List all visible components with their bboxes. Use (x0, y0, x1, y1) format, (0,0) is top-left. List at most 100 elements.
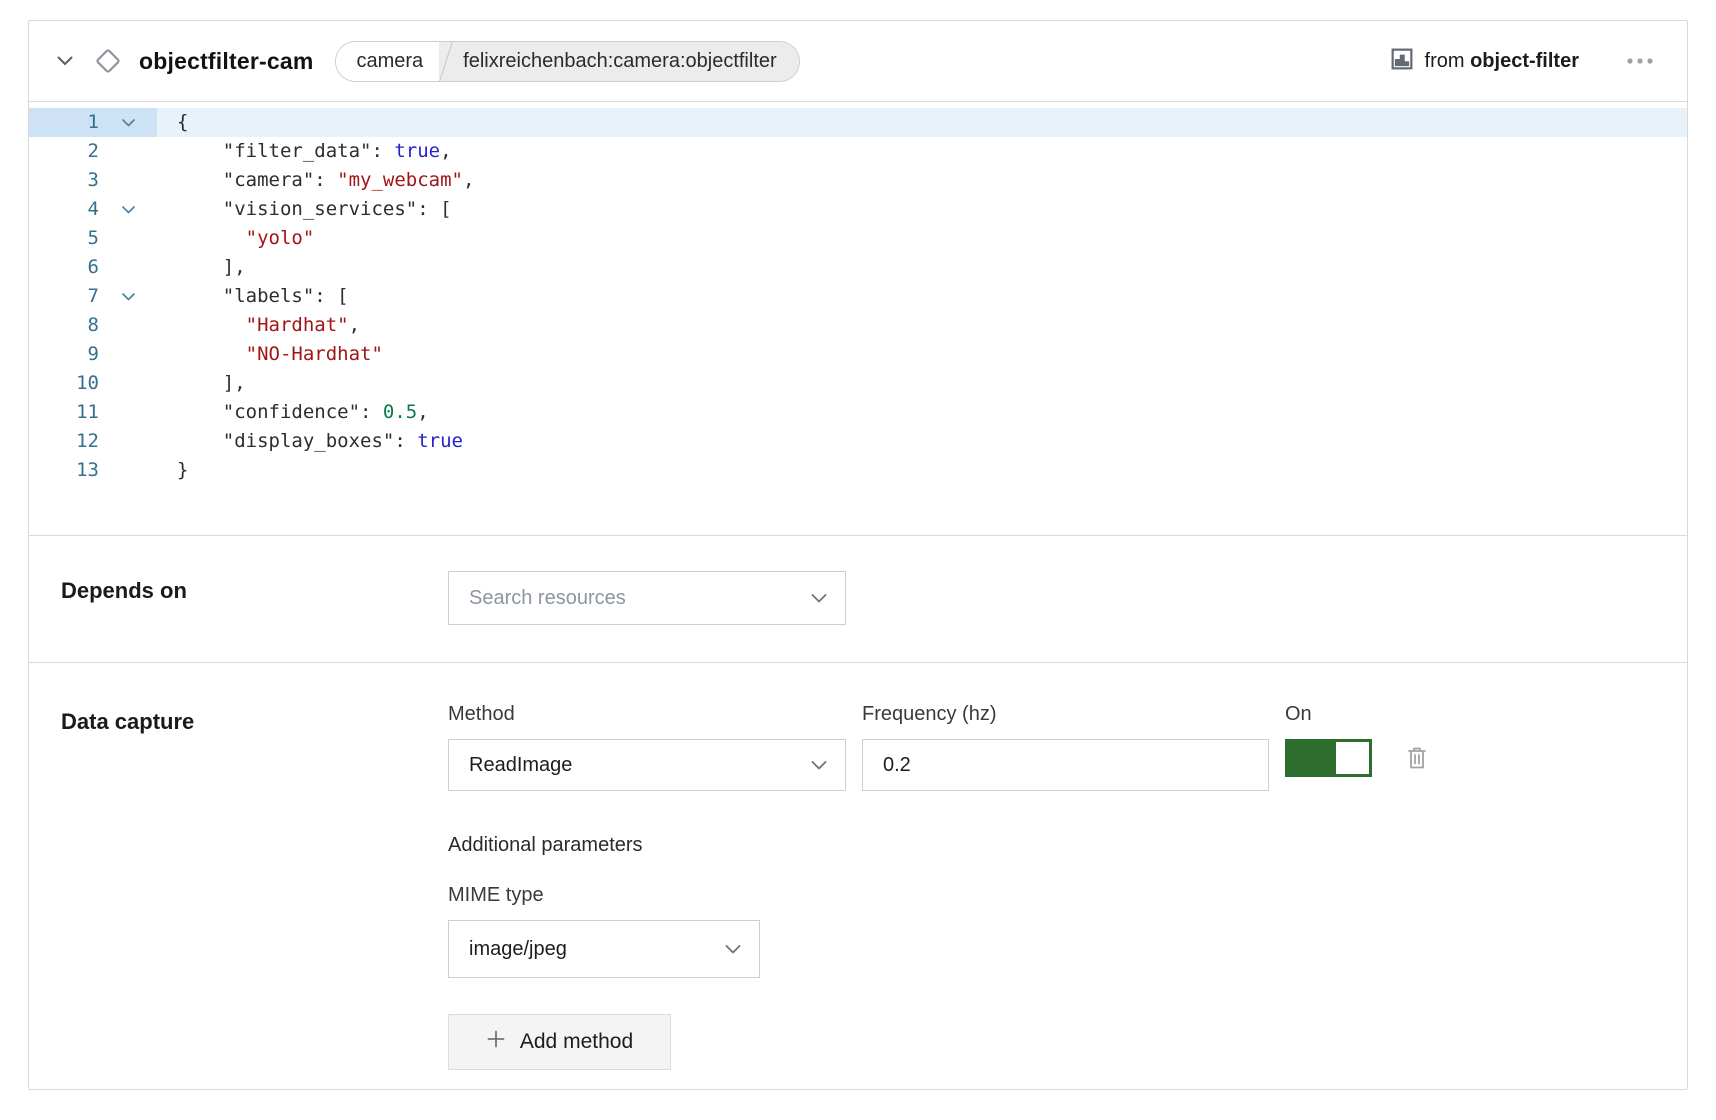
code-line[interactable]: "yolo" (157, 224, 1687, 253)
fold-chevron-icon (99, 166, 157, 195)
fold-chevron-icon (99, 137, 157, 166)
line-number: 5 (29, 224, 99, 253)
editor-gutter: 10 (29, 369, 157, 398)
module-icon (1391, 48, 1413, 75)
line-number: 1 (29, 108, 99, 137)
editor-gutter: 9 (29, 340, 157, 369)
code-line[interactable]: "confidence": 0.5, (157, 398, 1687, 427)
fold-chevron-icon[interactable] (99, 195, 157, 224)
editor-gutter: 3 (29, 166, 157, 195)
editor-line[interactable]: 13} (29, 456, 1687, 485)
code-line[interactable]: "vision_services": [ (157, 195, 1687, 224)
fold-chevron-icon[interactable] (99, 108, 157, 137)
editor-line[interactable]: 4 "vision_services": [ (29, 195, 1687, 224)
code-line[interactable]: "NO-Hardhat" (157, 340, 1687, 369)
json-config-editor[interactable]: 1{2 "filter_data": true,3 "camera": "my_… (29, 102, 1687, 536)
line-number: 6 (29, 253, 99, 282)
editor-line[interactable]: 9 "NO-Hardhat" (29, 340, 1687, 369)
code-line[interactable]: ], (157, 369, 1687, 398)
component-header: objectfilter-cam camera felixreichenbach… (29, 21, 1687, 102)
editor-line[interactable]: 11 "confidence": 0.5, (29, 398, 1687, 427)
data-capture-section: Data capture Method ReadImage Frequency … (29, 663, 1687, 1089)
ellipsis-menu-icon[interactable] (1621, 51, 1659, 71)
fold-chevron-icon (99, 427, 157, 456)
code-line[interactable]: "camera": "my_webcam", (157, 166, 1687, 195)
editor-gutter: 7 (29, 282, 157, 311)
frequency-label: Frequency (hz) (862, 703, 1269, 726)
capture-toggle-group: On (1285, 703, 1429, 791)
editor-line[interactable]: 12 "display_boxes": true (29, 427, 1687, 456)
line-number: 8 (29, 311, 99, 340)
mime-type-select[interactable]: image/jpeg (448, 920, 760, 978)
line-number: 12 (29, 427, 99, 456)
frequency-input[interactable]: 0.2 (862, 739, 1269, 791)
plus-icon (486, 1029, 506, 1055)
editor-gutter: 13 (29, 456, 157, 485)
component-type-badge: camera felixreichenbach:camera:objectfil… (335, 41, 799, 82)
editor-gutter: 6 (29, 253, 157, 282)
toggle-knob (1336, 742, 1369, 774)
editor-gutter: 2 (29, 137, 157, 166)
capture-method-row: Method ReadImage Frequency (hz) 0.2 (448, 663, 1687, 791)
editor-line[interactable]: 6 ], (29, 253, 1687, 282)
code-line[interactable]: "display_boxes": true (157, 427, 1687, 456)
line-number: 9 (29, 340, 99, 369)
editor-line[interactable]: 8 "Hardhat", (29, 311, 1687, 340)
depends-on-body: Search resources (448, 536, 1687, 662)
method-group: Method ReadImage (448, 703, 846, 791)
method-select[interactable]: ReadImage (448, 739, 846, 791)
line-number: 3 (29, 166, 99, 195)
line-number: 11 (29, 398, 99, 427)
editor-line[interactable]: 10 ], (29, 369, 1687, 398)
chevron-down-icon (725, 945, 741, 954)
additional-parameters-label: Additional parameters (448, 834, 1687, 857)
code-line[interactable]: } (157, 456, 1687, 485)
fold-chevron-icon (99, 253, 157, 282)
method-value: ReadImage (469, 754, 572, 777)
code-line[interactable]: ], (157, 253, 1687, 282)
chevron-down-icon (811, 594, 827, 603)
editor-line[interactable]: 2 "filter_data": true, (29, 137, 1687, 166)
add-method-button[interactable]: Add method (448, 1014, 671, 1070)
editor-line[interactable]: 3 "camera": "my_webcam", (29, 166, 1687, 195)
mime-type-value: image/jpeg (469, 938, 567, 961)
fold-chevron-icon[interactable] (99, 282, 157, 311)
toggle-label: On (1285, 703, 1429, 726)
editor-gutter: 4 (29, 195, 157, 224)
badge-model-segment: felixreichenbach:camera:objectfilter (453, 42, 799, 81)
fold-chevron-icon (99, 456, 157, 485)
editor-gutter: 1 (29, 108, 157, 137)
fold-chevron-icon (99, 224, 157, 253)
editor-line[interactable]: 1{ (29, 108, 1687, 137)
editor-gutter: 11 (29, 398, 157, 427)
code-line[interactable]: { (157, 108, 1687, 137)
camera-component-icon (93, 46, 123, 76)
delete-method-trash-icon[interactable] (1405, 744, 1429, 772)
collapse-chevron-icon[interactable] (57, 56, 87, 66)
line-number: 10 (29, 369, 99, 398)
mime-type-label: MIME type (448, 884, 1687, 907)
header-left: objectfilter-cam camera felixreichenbach… (57, 41, 800, 82)
search-resources-select[interactable]: Search resources (448, 571, 846, 625)
code-line[interactable]: "Hardhat", (157, 311, 1687, 340)
depends-on-section: Depends on Search resources (29, 536, 1687, 663)
from-module-text: from object-filter (1425, 50, 1579, 73)
chevron-down-icon (811, 761, 827, 770)
method-label: Method (448, 703, 846, 726)
line-number: 4 (29, 195, 99, 224)
fold-chevron-icon (99, 340, 157, 369)
badge-type-segment: camera (336, 42, 439, 81)
line-number: 2 (29, 137, 99, 166)
frequency-value: 0.2 (883, 754, 911, 777)
editor-gutter: 12 (29, 427, 157, 456)
editor-line[interactable]: 7 "labels": [ (29, 282, 1687, 311)
fold-chevron-icon (99, 398, 157, 427)
header-right: from object-filter (1391, 48, 1659, 75)
code-line[interactable]: "labels": [ (157, 282, 1687, 311)
fold-chevron-icon (99, 369, 157, 398)
editor-line[interactable]: 5 "yolo" (29, 224, 1687, 253)
search-resources-placeholder: Search resources (469, 587, 626, 610)
badge-separator (439, 42, 453, 81)
capture-on-toggle[interactable] (1285, 739, 1372, 777)
code-line[interactable]: "filter_data": true, (157, 137, 1687, 166)
